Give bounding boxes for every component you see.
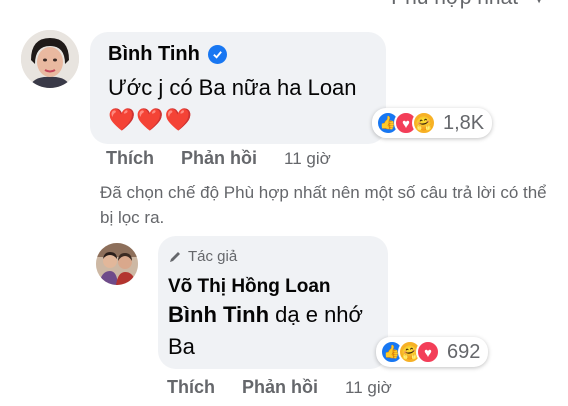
author-name[interactable]: Bình Tinh xyxy=(108,43,200,66)
chevron-down-icon: ▼ xyxy=(532,0,546,6)
reply-author[interactable]: Võ Thị Hồng Loan xyxy=(168,276,331,298)
comment-author[interactable]: Bình Tinh xyxy=(108,43,227,66)
verified-badge-icon xyxy=(207,45,227,64)
comment-text: Ước j có Ba nữa ha Loan ❤️❤️❤️ xyxy=(108,72,368,136)
reaction-summary[interactable]: 👍 ♥ 🤗 1,8K xyxy=(372,108,493,138)
author-badge: Tác giả xyxy=(168,248,237,265)
avatar[interactable] xyxy=(96,243,138,285)
avatar[interactable] xyxy=(21,30,79,88)
comment-bubble: Bình Tinh Ước j có Ba nữa ha Loan ❤️❤️❤️ xyxy=(90,32,386,144)
reply-actions: Thích Phản hồi 11 giờ xyxy=(167,377,392,398)
mention-link[interactable]: Bình Tinh xyxy=(168,302,269,327)
sort-dropdown[interactable]: Phù hợp nhất ▼ xyxy=(391,0,546,10)
reply-bubble: Tác giả Võ Thị Hồng Loan Bình Tinh dạ e … xyxy=(158,236,388,369)
love-icon: ♥ xyxy=(416,340,440,364)
timestamp[interactable]: 11 giờ xyxy=(284,149,331,169)
reaction-count: 692 xyxy=(447,340,481,363)
like-button[interactable]: Thích xyxy=(106,148,154,169)
pencil-icon xyxy=(170,251,180,262)
like-button[interactable]: Thích xyxy=(167,377,215,398)
reaction-count: 1,8K xyxy=(443,111,485,134)
badge-label: Tác giả xyxy=(188,248,238,265)
heart-emojis: ❤️❤️❤️ xyxy=(108,107,194,132)
comment-body: Ước j có Ba nữa ha Loan xyxy=(108,75,357,100)
timestamp[interactable]: 11 giờ xyxy=(345,378,392,398)
reply-text: Bình Tinh dạ e nhớ Ba xyxy=(168,299,378,363)
filter-note: Đã chọn chế độ Phù hợp nhất nên một số c… xyxy=(100,183,547,227)
care-icon: 🤗 xyxy=(412,111,436,135)
sort-label: Phù hợp nhất xyxy=(391,0,518,10)
reply-button[interactable]: Phản hồi xyxy=(181,148,257,169)
reaction-summary[interactable]: 👍 🤗 ♥ 692 xyxy=(376,337,489,367)
reply-button[interactable]: Phản hồi xyxy=(242,377,318,398)
comment-actions: Thích Phản hồi 11 giờ xyxy=(106,148,331,169)
